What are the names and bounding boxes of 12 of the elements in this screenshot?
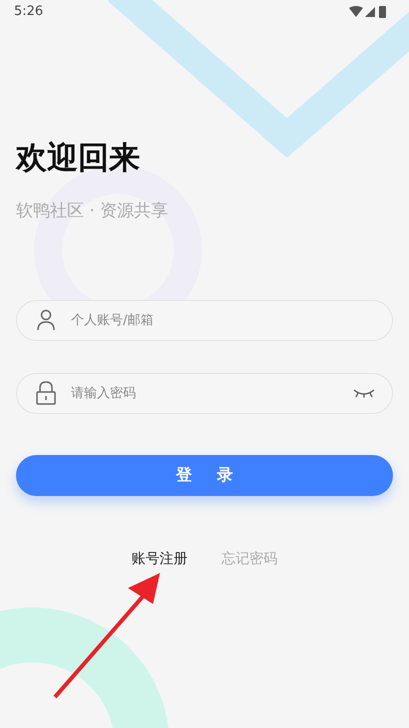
text-link[interactable]: 账号注册: [132, 548, 188, 570]
closed-eye-icon[interactable]: [353, 388, 375, 398]
welcome-title: 欢迎回来: [16, 140, 141, 178]
login-button[interactable]: 登 录: [16, 454, 393, 496]
subtitle: 软鸭社区 · 资源共享: [16, 200, 170, 224]
password-field[interactable]: 请输入密码: [16, 372, 393, 414]
lock-icon: [36, 381, 56, 406]
status-time: 5:26: [14, 3, 44, 22]
status-icons-drawing: [349, 5, 389, 19]
text-link[interactable]: 忘记密码: [222, 548, 278, 570]
user-icon: [36, 309, 56, 332]
account-field[interactable]: 个人账号/邮箱: [16, 300, 393, 341]
